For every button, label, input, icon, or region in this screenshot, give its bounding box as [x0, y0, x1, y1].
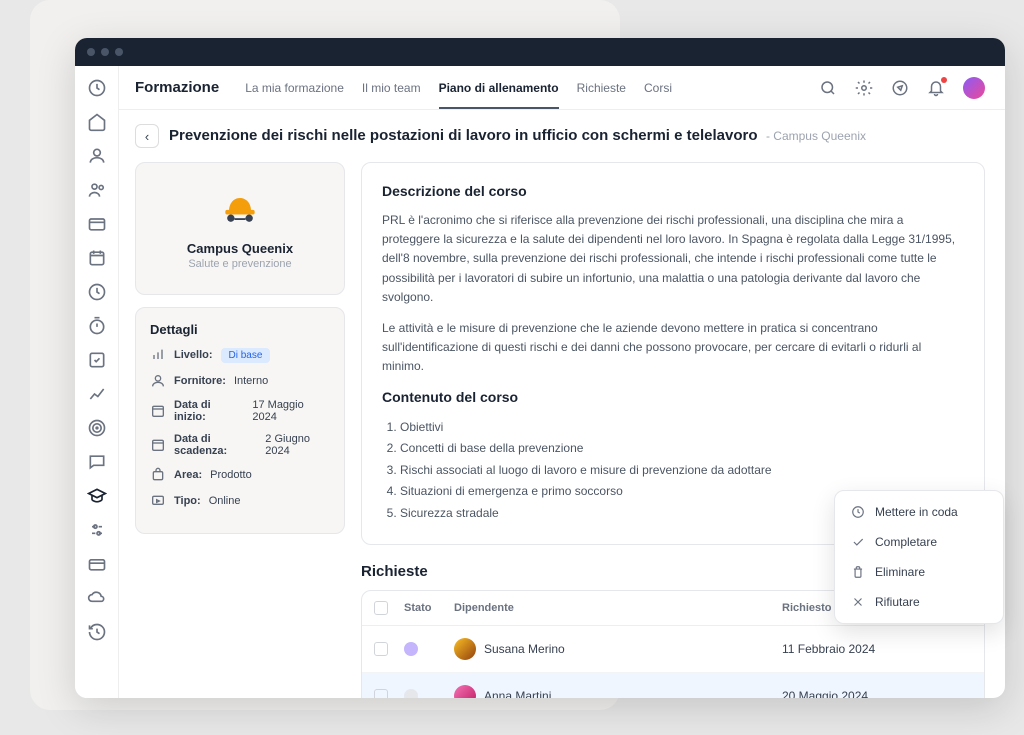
due-label: Data di scadenza: [174, 433, 257, 457]
search-icon[interactable] [819, 79, 837, 97]
description-card: Descrizione del corso PRL è l'acronimo c… [361, 162, 985, 545]
area-icon [150, 467, 166, 483]
col-employee: Dipendente [454, 602, 782, 614]
select-all-checkbox[interactable] [374, 601, 388, 615]
supplier-label: Fornitore: [174, 375, 226, 387]
row-checkbox[interactable] [374, 689, 388, 698]
provider-name: Campus Queenix [152, 241, 328, 256]
clock-icon[interactable] [87, 282, 107, 302]
status-indicator [404, 642, 418, 656]
description-para1: PRL è l'acronimo che si riferisce alla p… [382, 211, 964, 307]
cloud-icon[interactable] [87, 588, 107, 608]
menu-complete[interactable]: Completare [841, 527, 997, 557]
side-navigation [75, 66, 119, 698]
check-square-icon[interactable] [87, 350, 107, 370]
supplier-value: Interno [234, 375, 268, 387]
back-button[interactable]: ‹ [135, 124, 159, 148]
brand-title: Formazione [135, 79, 219, 96]
description-heading: Descrizione del corso [382, 183, 964, 199]
compass-icon[interactable] [891, 79, 909, 97]
menu-label: Eliminare [875, 565, 925, 579]
content-item: Concetti di base della prevenzione [400, 438, 964, 460]
user-avatar[interactable] [963, 77, 985, 99]
description-para2: Le attività e le misure di prevenzione c… [382, 319, 964, 377]
table-row[interactable]: Anna Martini 20 Maggio 2024 [362, 673, 984, 698]
due-value: 2 Giugno 2024 [265, 433, 330, 457]
tab-courses[interactable]: Corsi [644, 81, 672, 95]
settings-icon[interactable] [855, 79, 873, 97]
timer-icon[interactable] [87, 316, 107, 336]
area-value: Prodotto [210, 469, 252, 481]
start-label: Data di inizio: [174, 399, 244, 423]
supplier-icon [150, 373, 166, 389]
chat-icon[interactable] [87, 452, 107, 472]
col-status: Stato [404, 602, 454, 614]
window-titlebar [75, 38, 1005, 66]
top-bar: Formazione La mia formazione Il mio team… [119, 66, 1005, 110]
level-label: Livello: [174, 349, 213, 361]
calendar-icon[interactable] [87, 248, 107, 268]
employee-avatar [454, 685, 476, 698]
notification-dot [941, 77, 947, 83]
window-control-max[interactable] [115, 48, 123, 56]
type-label: Tipo: [174, 495, 201, 507]
chart-icon[interactable] [87, 384, 107, 404]
bell-icon[interactable] [927, 79, 945, 97]
menu-queue[interactable]: Mettere in coda [841, 497, 997, 527]
clock-icon [851, 505, 865, 519]
history-icon[interactable] [87, 622, 107, 642]
employee-name: Anna Martini [484, 689, 551, 698]
home-icon[interactable] [87, 112, 107, 132]
menu-label: Completare [875, 535, 937, 549]
page-subtitle: - Campus Queenix [766, 129, 866, 143]
due-date-icon [150, 437, 166, 453]
content-item: Rischi associati al luogo di lavoro e mi… [400, 460, 964, 482]
level-icon [150, 347, 166, 363]
trash-icon [851, 565, 865, 579]
folder-icon[interactable] [87, 214, 107, 234]
tab-my-team[interactable]: Il mio team [362, 81, 421, 95]
close-icon [851, 595, 865, 609]
details-card: Dettagli Livello: Di base Fornitore: Int… [135, 307, 345, 534]
settings-nav-icon[interactable] [87, 520, 107, 540]
request-date: 20 Maggio 2024 [782, 689, 942, 698]
user-icon[interactable] [87, 146, 107, 166]
graduation-icon[interactable] [87, 486, 107, 506]
status-indicator [404, 689, 418, 698]
menu-delete[interactable]: Eliminare [841, 557, 997, 587]
provider-category: Salute e prevenzione [152, 258, 328, 270]
employee-name: Susana Merino [484, 642, 565, 656]
tab-requests[interactable]: Richieste [577, 81, 626, 95]
row-context-menu: Mettere in coda Completare Eliminare Rif… [834, 490, 1004, 624]
details-title: Dettagli [150, 322, 330, 337]
menu-label: Rifiutare [875, 595, 920, 609]
window-control-close[interactable] [87, 48, 95, 56]
tab-my-training[interactable]: La mia formazione [245, 81, 344, 95]
area-label: Area: [174, 469, 202, 481]
type-icon [150, 493, 166, 509]
hardhat-icon [218, 187, 262, 231]
card-icon[interactable] [87, 554, 107, 574]
menu-label: Mettere in coda [875, 505, 958, 519]
logo-icon[interactable] [87, 78, 107, 98]
menu-reject[interactable]: Rifiutare [841, 587, 997, 617]
request-date: 11 Febbraio 2024 [782, 642, 942, 656]
type-value: Online [209, 495, 241, 507]
content-item: Obiettivi [400, 417, 964, 439]
window-control-min[interactable] [101, 48, 109, 56]
level-badge: Di base [221, 348, 271, 363]
users-icon[interactable] [87, 180, 107, 200]
start-value: 17 Maggio 2024 [252, 399, 330, 423]
employee-avatar [454, 638, 476, 660]
row-checkbox[interactable] [374, 642, 388, 656]
provider-card: Campus Queenix Salute e prevenzione [135, 162, 345, 295]
page-title: Prevenzione dei rischi nelle postazioni … [169, 127, 758, 144]
start-date-icon [150, 403, 166, 419]
target-icon[interactable] [87, 418, 107, 438]
content-heading: Contenuto del corso [382, 389, 964, 405]
table-row[interactable]: Susana Merino 11 Febbraio 2024 [362, 626, 984, 673]
check-icon [851, 535, 865, 549]
tab-training-plan[interactable]: Piano di allenamento [439, 81, 559, 109]
